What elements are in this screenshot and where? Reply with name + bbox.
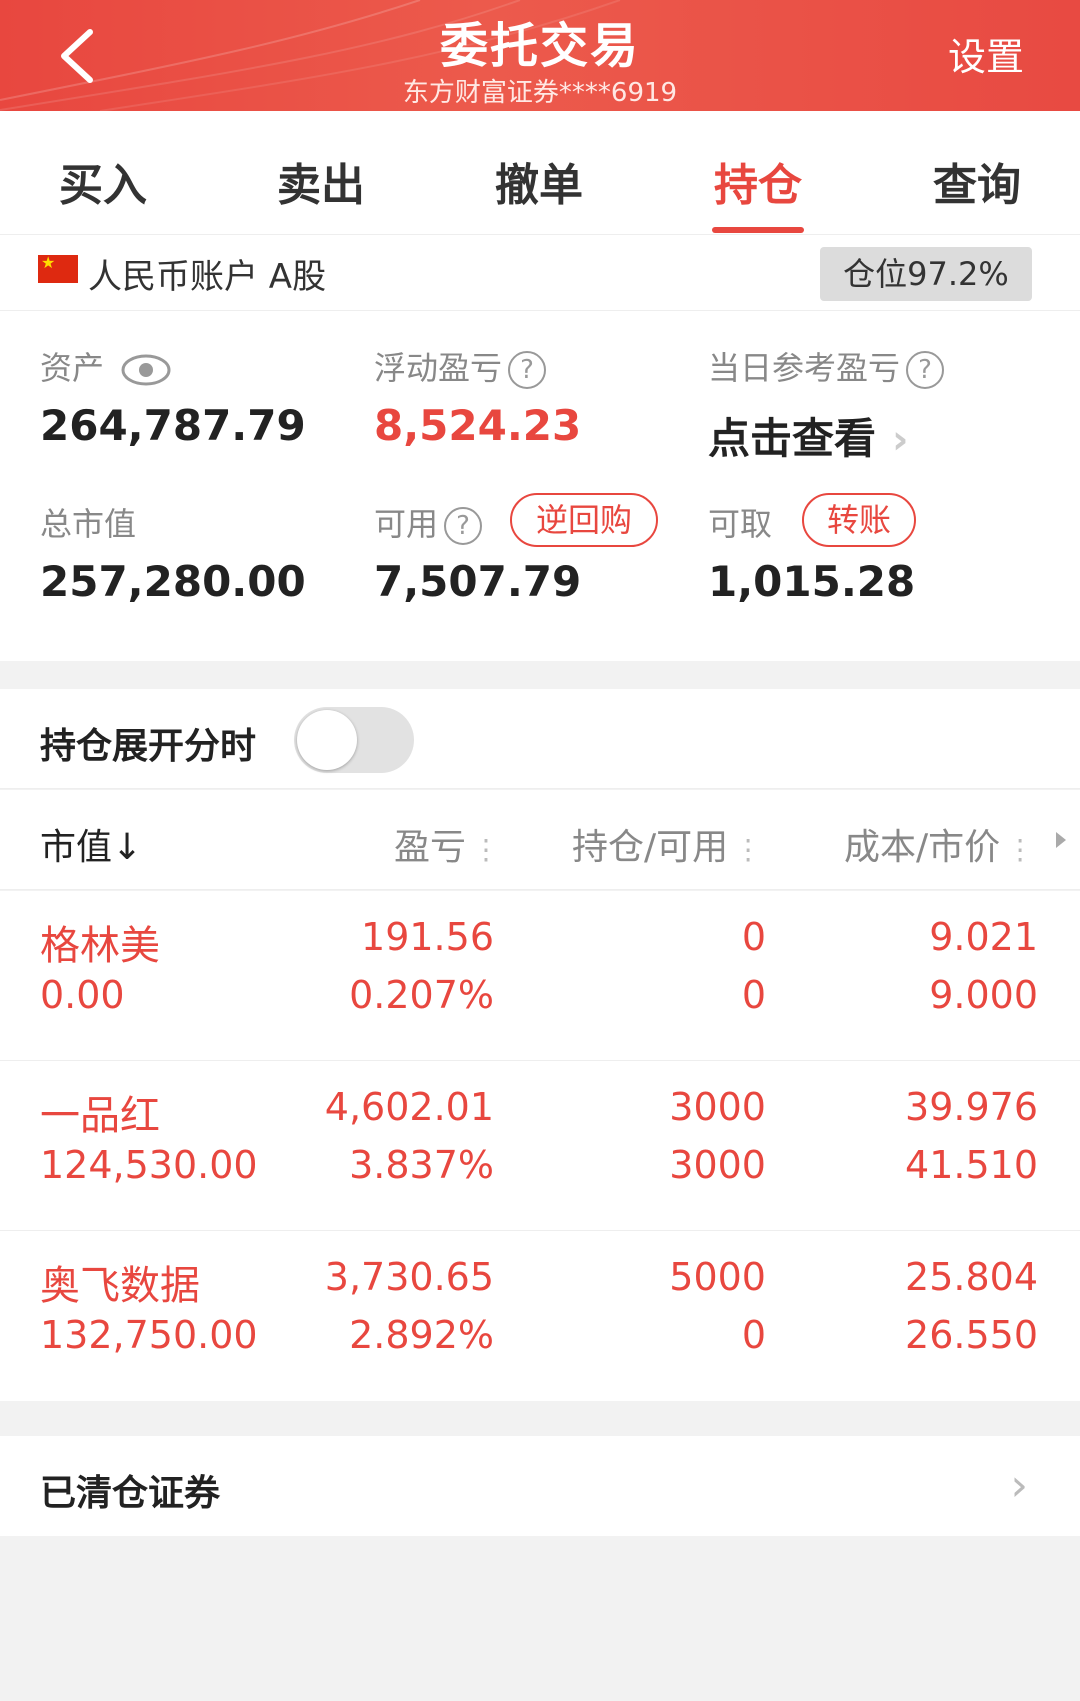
tab-buy[interactable]: 买入 [28,149,178,213]
market-value-label: 总市值 [40,505,137,543]
col-header-hold-text: 持仓/可用 [572,827,729,868]
stock-pl: 4,602.01 [324,1085,494,1129]
help-icon[interactable]: ? [444,507,483,545]
assets-label: 资产 [40,349,105,387]
stock-market-value: 124,530.00 [40,1143,258,1187]
stock-market-value: 132,750.00 [40,1313,258,1357]
stock-avail: 3000 [669,1143,766,1187]
positions-table-header: 市值↓ 盈亏 ⋮ 持仓/可用 ⋮ 成本/市价 ⋮ [0,790,1080,890]
expand-intraday-row: 持仓展开分时 [0,689,1080,789]
tab-query[interactable]: 查询 [902,149,1052,213]
account-label: 人民币账户 A股 [88,257,327,297]
stock-pl: 3,730.65 [324,1255,494,1299]
stock-pl-pct: 2.892% [349,1313,494,1357]
stock-avail: 0 [741,1313,766,1357]
stock-avail: 0 [741,973,766,1017]
app-header: 委托交易 东方财富证券****6919 设置 [0,0,1080,111]
stock-hold: 0 [741,915,766,959]
assets-label-group: 资产 [40,343,172,389]
col-header-market-value[interactable]: 市值↓ [40,818,142,870]
stock-market-value: 0.00 [40,973,125,1017]
account-row: ★ 人民币账户 A股 仓位97.2% [0,235,1080,311]
position-ratio-badge: 仓位97.2% [820,247,1032,301]
stock-cost: 25.804 [905,1255,1038,1299]
position-row-yph[interactable]: 一品红 124,530.00 4,602.01 3.837% 3000 3000… [0,1061,1080,1231]
stock-cost: 9.021 [929,915,1038,959]
page-title: 委托交易 [439,18,640,74]
available-value: 7,507.79 [374,557,582,606]
expand-intraday-toggle[interactable] [294,707,414,773]
active-tab-indicator [712,227,804,233]
cleared-securities-label: 已清仓证券 [40,1473,221,1514]
chevron-right-icon: › [892,417,909,463]
cleared-securities-row[interactable]: 已清仓证券 › [0,1436,1080,1536]
withdrawable-label: 可取 [708,505,773,543]
help-icon[interactable]: ? [508,351,547,389]
scroll-right-icon[interactable] [1054,830,1068,850]
available-label: 可用 [374,505,439,543]
tab-sell[interactable]: 卖出 [246,149,396,213]
stock-name: 格林美 [40,923,160,969]
stock-price: 26.550 [905,1313,1038,1357]
tab-cancel-order[interactable]: 撤单 [464,149,614,213]
col-header-cost-text: 成本/市价 [844,827,1001,868]
chevron-right-icon: › [1010,1460,1028,1511]
sort-dots-icon: ⋮ [1006,833,1035,866]
sort-dots-icon: ⋮ [734,833,763,866]
china-flag-icon: ★ [38,255,78,283]
stock-name: 一品红 [40,1093,160,1139]
help-icon[interactable]: ? [906,351,945,389]
daily-pl-view-link[interactable]: 点击查看 › [708,405,909,466]
settings-button[interactable]: 设置 [948,26,1024,81]
toggle-knob [297,710,357,770]
col-header-cost-price[interactable]: 成本/市价 ⋮ [844,818,1034,870]
float-pl-label-group: 浮动盈亏? [374,343,547,389]
stock-pl: 191.56 [361,915,494,959]
position-row-glm[interactable]: 格林美 0.00 191.56 0.207% 0 0 9.021 9.000 [0,891,1080,1061]
stock-hold: 3000 [669,1085,766,1129]
stock-name: 奥飞数据 [40,1263,200,1309]
daily-pl-view-text: 点击查看 [708,414,877,463]
stock-hold: 5000 [669,1255,766,1299]
stock-pl-pct: 0.207% [349,973,494,1017]
asset-summary: 资产 264,787.79 浮动盈亏? 8,524.23 当日参考盈亏? 点击查… [0,311,1080,661]
col-header-hold-avail[interactable]: 持仓/可用 ⋮ [572,818,762,870]
daily-pl-label: 当日参考盈亏 [708,349,901,387]
stock-pl-pct: 3.837% [349,1143,494,1187]
tab-positions[interactable]: 持仓 [683,149,833,213]
market-value: 257,280.00 [40,557,306,606]
stock-price: 9.000 [929,973,1038,1017]
assets-value: 264,787.79 [40,401,306,450]
stock-price: 41.510 [905,1143,1038,1187]
daily-pl-label-group: 当日参考盈亏? [708,343,945,389]
reverse-repo-button[interactable]: 逆回购 [510,493,658,547]
tab-bar: 买入 卖出 撤单 持仓 查询 [0,111,1080,235]
eye-icon[interactable] [120,353,172,387]
transfer-button[interactable]: 转账 [802,493,916,547]
sort-dots-icon: ⋮ [472,833,501,866]
expand-intraday-label: 持仓展开分时 [40,726,257,767]
account-subtitle: 东方财富证券****6919 [402,78,678,108]
positions-list: 格林美 0.00 191.56 0.207% 0 0 9.021 9.000 一… [0,891,1080,1401]
col-header-pl[interactable]: 盈亏 ⋮ [394,818,500,870]
col-header-pl-text: 盈亏 [394,827,467,868]
position-row-afsj[interactable]: 奥飞数据 132,750.00 3,730.65 2.892% 5000 0 2… [0,1231,1080,1401]
float-pl-value: 8,524.23 [374,401,582,450]
stock-cost: 39.976 [905,1085,1038,1129]
float-pl-label: 浮动盈亏 [374,349,503,387]
available-label-group: 可用? [374,499,483,545]
withdrawable-value: 1,015.28 [708,557,916,606]
